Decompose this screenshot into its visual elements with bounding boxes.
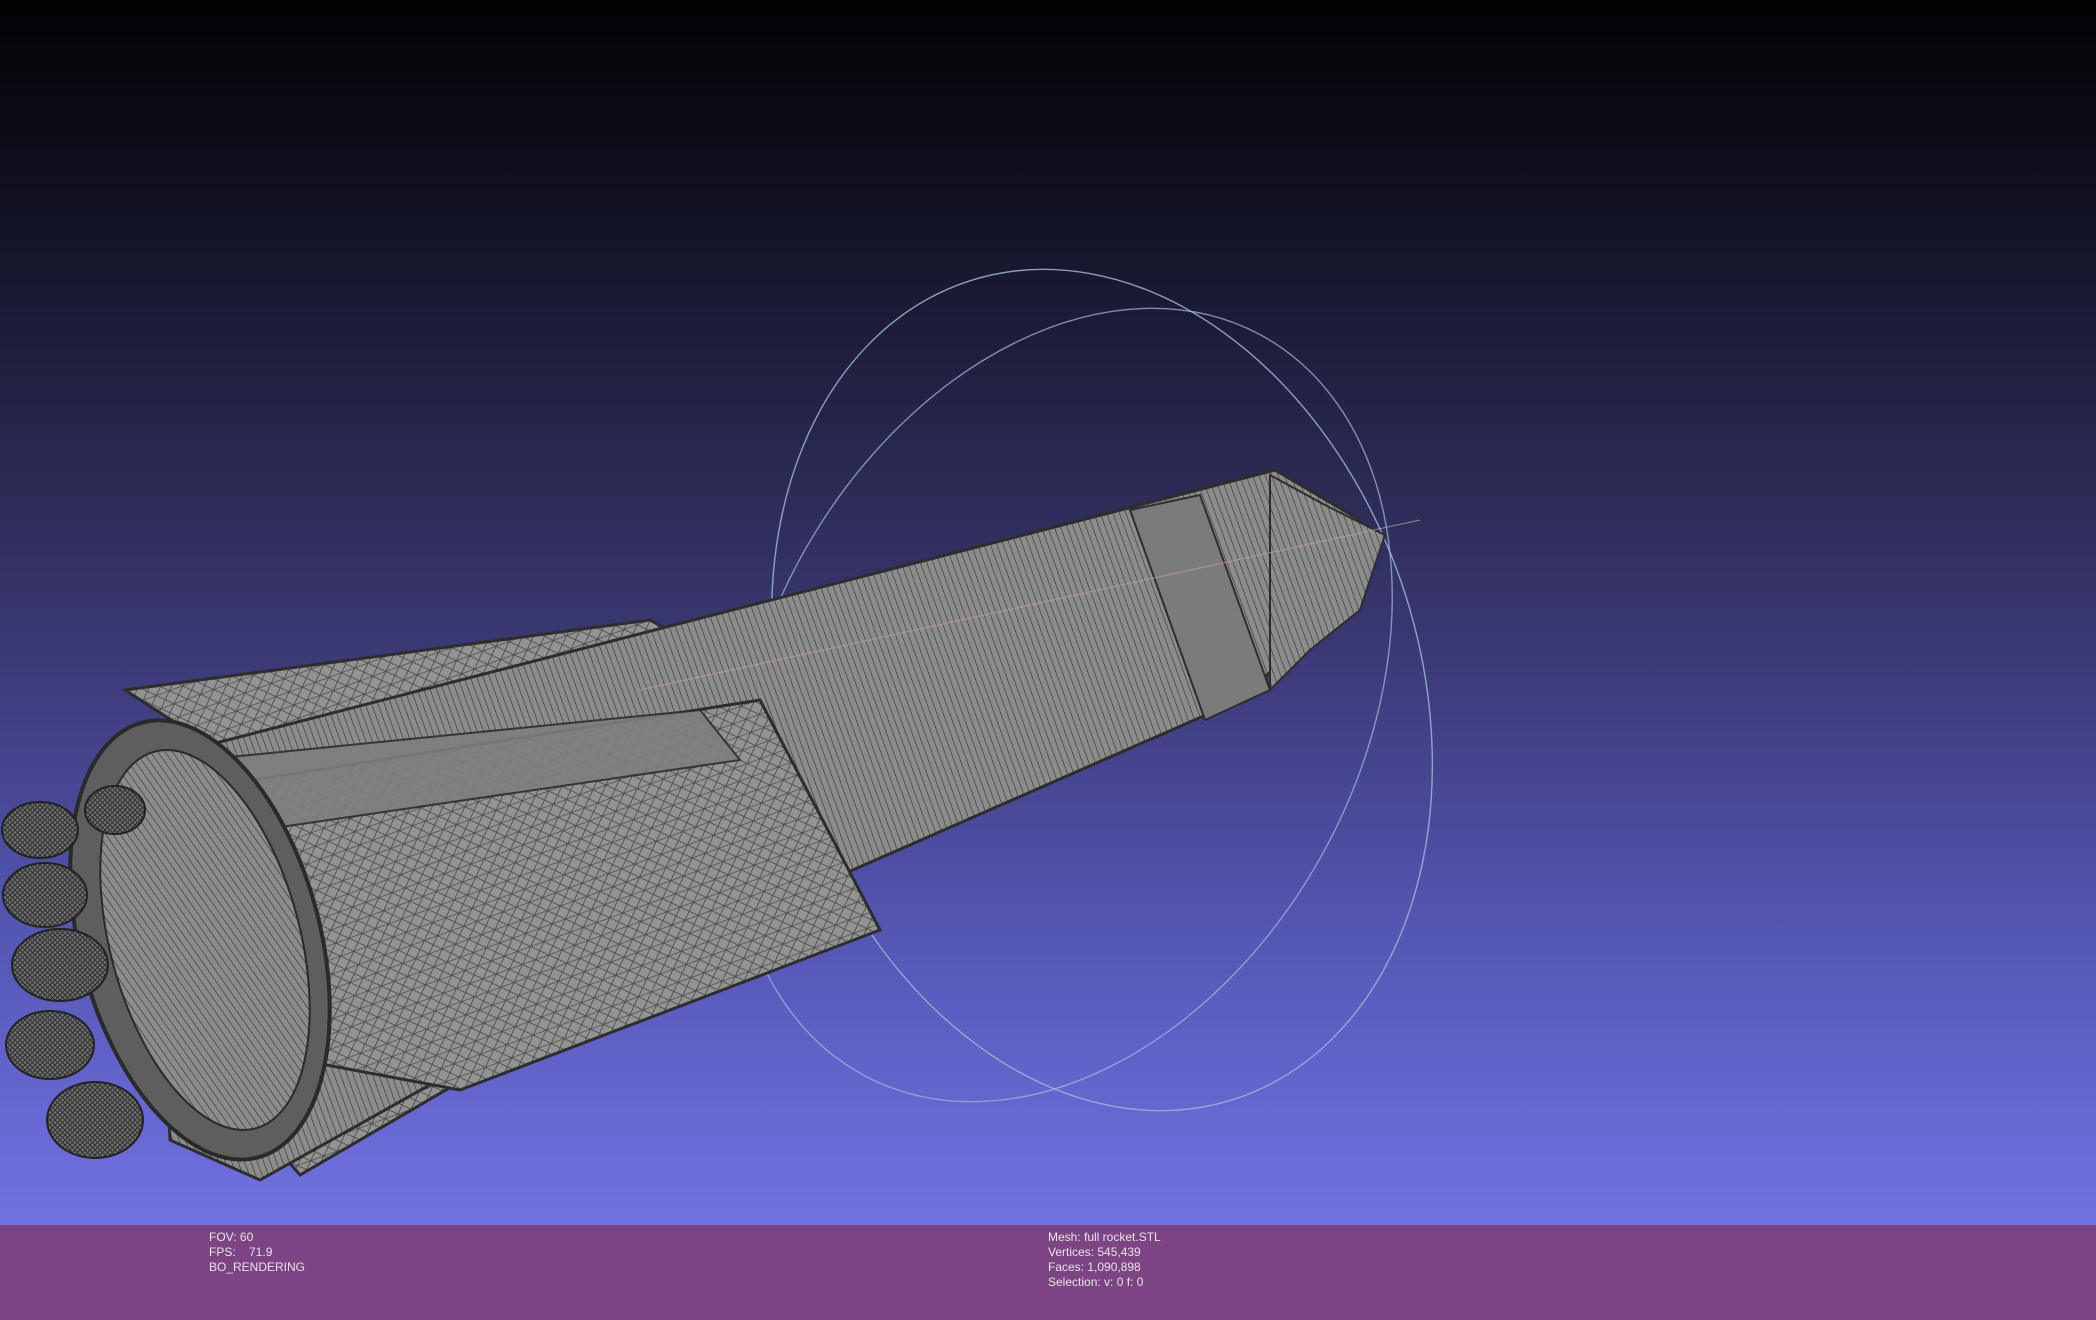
info-bar: FOV: 60 FPS: 71.9 BO_RENDERING Mesh: ful…	[0, 1225, 2096, 1320]
nose-cone	[1269, 473, 1387, 693]
rocket-mesh	[1, 468, 1421, 1182]
rocket-scene	[1, 268, 1434, 1182]
render-mode-label: BO_RENDERING	[209, 1260, 306, 1274]
faces-label: Faces: 1,090,898	[1048, 1260, 1141, 1274]
fps-label: FPS: 71.9	[209, 1245, 273, 1259]
vertices-label: Vertices: 545,439	[1048, 1245, 1141, 1259]
meshlab-window: FOV: 60 FPS: 71.9 BO_RENDERING Mesh: ful…	[0, 0, 2096, 1320]
mesh-name-label: Mesh: full rocket.STL	[1048, 1230, 1161, 1244]
render-info: FOV: 60 FPS: 71.9 BO_RENDERING	[209, 1230, 305, 1275]
3d-viewport[interactable]	[0, 0, 2096, 1225]
selection-label: Selection: v: 0 f: 0	[1048, 1275, 1144, 1289]
fov-label: FOV: 60	[209, 1230, 254, 1244]
mesh-info: Mesh: full rocket.STL Vertices: 545,439 …	[1048, 1230, 1161, 1290]
